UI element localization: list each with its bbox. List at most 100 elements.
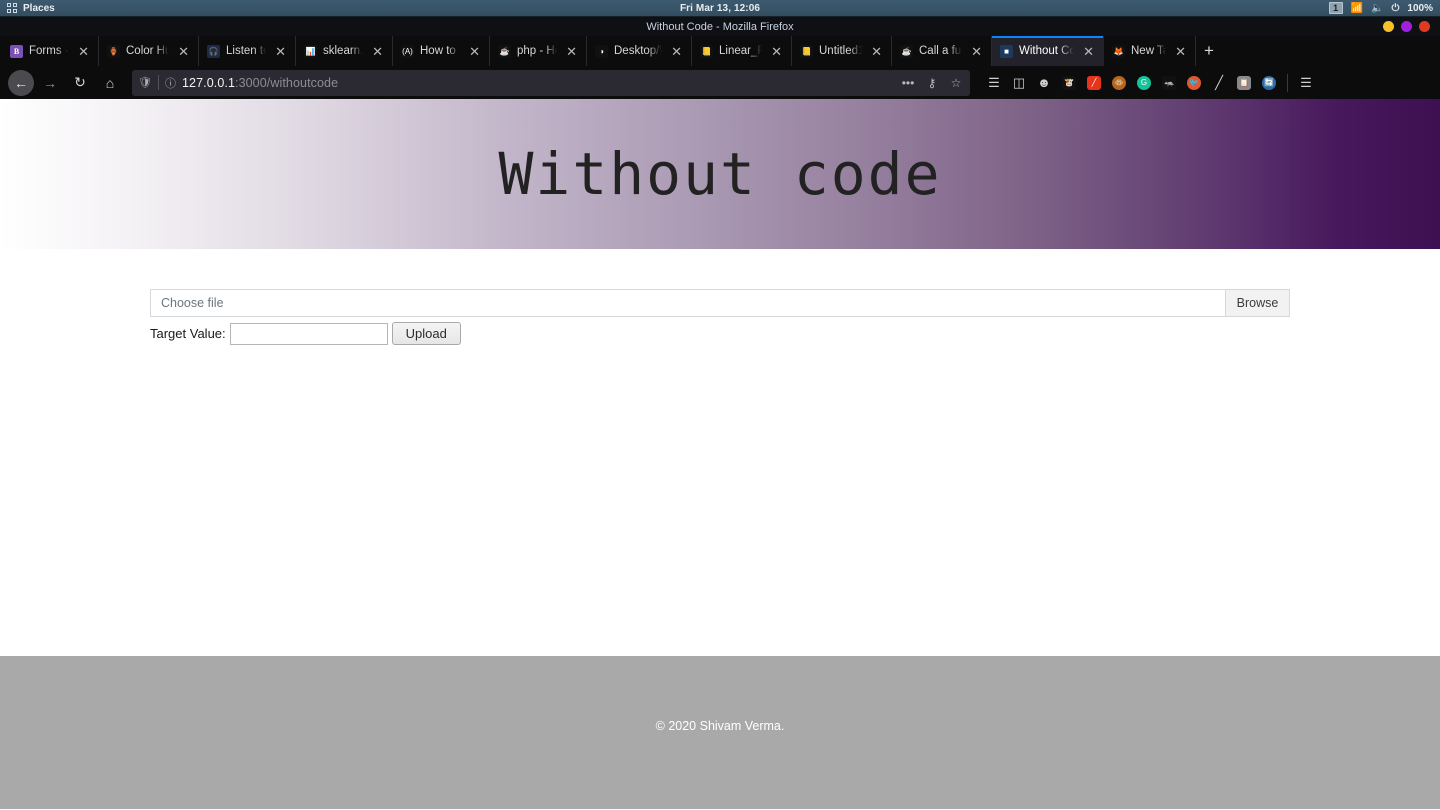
php-icon: ☕: [900, 44, 913, 58]
monkey-extension-icon[interactable]: 🐵: [1107, 71, 1131, 95]
tab-label: sklearn.metr: [323, 45, 364, 57]
volume-icon[interactable]: 🔈: [1371, 3, 1383, 14]
tab-label: Listen to De: [226, 45, 266, 57]
os-top-panel: Places Fri Mar 13, 12:06 1 📶 🔈 ⏻ 100%: [0, 0, 1440, 17]
evernote-extension-icon[interactable]: 🐮: [1057, 71, 1081, 95]
firefox-window: Without Code - Mozilla Firefox B Forms · …: [0, 17, 1440, 809]
listen-icon: 🎧: [207, 44, 220, 58]
tracking-shield-icon[interactable]: 🛡: [138, 76, 158, 89]
desktop-icon: ◑: [595, 44, 608, 58]
account-icon[interactable]: ☻: [1032, 71, 1056, 95]
new-tab-button[interactable]: +: [1196, 36, 1222, 66]
tab-close-icon[interactable]: ✕: [175, 45, 192, 58]
browser-tab[interactable]: 🎧 Listen to De ✕: [199, 36, 296, 66]
browser-tab[interactable]: 📒 Linear_Regr ✕: [692, 36, 792, 66]
upload-button[interactable]: Upload: [391, 322, 461, 345]
bootstrap-icon: B: [10, 44, 23, 58]
tab-close-icon[interactable]: ✕: [968, 45, 985, 58]
tab-label: New Tab: [1131, 45, 1167, 57]
duckduckgo-extension-icon[interactable]: 🐦: [1182, 71, 1206, 95]
os-panel-left: Places: [0, 3, 55, 14]
page-content: Choose file Browse Target Value: Upload: [0, 249, 1440, 649]
sklearn-icon: 📊: [304, 44, 317, 58]
browser-tab[interactable]: ◑ Desktop/Wo ✕: [587, 36, 692, 66]
url-path: :3000/withoutcode: [235, 75, 339, 90]
grammarly-extension-icon[interactable]: G: [1132, 71, 1156, 95]
tab-close-icon[interactable]: ✕: [75, 45, 92, 58]
url-host: 127.0.0.1: [181, 75, 235, 90]
target-value-input[interactable]: [229, 322, 388, 345]
tab-label: Linear_Regr: [719, 45, 763, 57]
window-title: Without Code - Mozilla Firefox: [646, 20, 794, 33]
library-icon[interactable]: ☰: [982, 71, 1006, 95]
tab-close-icon[interactable]: ✕: [668, 45, 685, 58]
toolbar-extensions: ☰ ◫ ☻ 🐮 ╱ 🐵 G 🦡 🐦 ╱ 📋 🔄 ☰: [982, 71, 1318, 95]
back-button[interactable]: ←: [8, 69, 34, 96]
tab-close-icon[interactable]: ✕: [768, 45, 785, 58]
maximize-button[interactable]: [1401, 21, 1412, 32]
pen-extension-icon[interactable]: ╱: [1207, 71, 1231, 95]
jupyter-icon: 📒: [800, 44, 813, 58]
tab-label: Forms · Bo: [29, 45, 69, 57]
site-info-icon[interactable]: ⓘ: [159, 75, 182, 91]
browser-tab[interactable]: B Forms · Bo ✕: [2, 36, 99, 66]
window-controls: [1383, 21, 1440, 32]
tab-close-icon[interactable]: ✕: [272, 45, 289, 58]
browser-tab[interactable]: 🦊 New Tab ✕: [1104, 36, 1196, 66]
os-panel-clock[interactable]: Fri Mar 13, 12:06: [0, 3, 1440, 14]
minimize-button[interactable]: [1383, 21, 1394, 32]
url-text: 127.0.0.1:3000/withoutcode: [182, 76, 338, 90]
page-footer: © 2020 Shivam Verma.: [0, 656, 1440, 809]
stackoverflow-icon: (A): [401, 44, 414, 58]
browser-tab[interactable]: (A) How to kee ✕: [393, 36, 490, 66]
target-value-label: Target Value:: [150, 326, 226, 341]
badger-extension-icon[interactable]: 🦡: [1157, 71, 1181, 95]
redpen-extension-icon[interactable]: ╱: [1082, 71, 1106, 95]
url-bar[interactable]: 🛡 ⓘ 127.0.0.1:3000/withoutcode ••• ⚷ ☆: [132, 69, 970, 96]
browser-tab[interactable]: 📒 Untitled1 - J ✕: [792, 36, 892, 66]
reload-button[interactable]: ↻: [66, 70, 94, 96]
tab-close-icon[interactable]: ✕: [466, 45, 483, 58]
browse-button[interactable]: Browse: [1225, 289, 1290, 317]
tab-label: Color Hunt: [126, 45, 170, 57]
forward-button[interactable]: →: [36, 70, 64, 96]
browser-tab[interactable]: ■ Without Cod ✕: [992, 36, 1104, 66]
clipboard-extension-icon[interactable]: 📋: [1232, 71, 1256, 95]
tab-close-icon[interactable]: ✕: [369, 45, 386, 58]
tab-label: Call a funct: [919, 45, 962, 57]
home-button[interactable]: ⌂: [96, 70, 124, 96]
tab-label: Without Cod: [1019, 45, 1075, 57]
apps-grid-icon[interactable]: [7, 3, 17, 13]
tab-close-icon[interactable]: ✕: [563, 45, 580, 58]
page-actions-icon[interactable]: •••: [897, 72, 919, 94]
tab-label: How to kee: [420, 45, 460, 57]
browser-tab[interactable]: ☕ php - How ✕: [490, 36, 587, 66]
upload-form: Choose file Browse Target Value: Upload: [150, 289, 1290, 345]
browser-tab[interactable]: ☕ Call a funct ✕: [892, 36, 992, 66]
workspace-indicator[interactable]: 1: [1328, 2, 1343, 14]
jupyter-icon: 📒: [700, 44, 713, 58]
page-title: Without code: [498, 140, 942, 208]
urlbar-actions: ••• ⚷ ☆: [897, 72, 967, 94]
pocket-icon[interactable]: ⚷: [921, 72, 943, 94]
navigation-toolbar: ← → ↻ ⌂ 🛡 ⓘ 127.0.0.1:3000/withoutcode •…: [0, 66, 1440, 99]
file-input-row: Choose file Browse: [150, 289, 1290, 317]
star-icon[interactable]: ☆: [945, 72, 967, 94]
firefox-icon: 🦊: [1112, 44, 1125, 58]
browser-tab[interactable]: 📊 sklearn.metr ✕: [296, 36, 393, 66]
footer-copyright: © 2020 Shivam Verma.: [655, 719, 785, 733]
sidebar-icon[interactable]: ◫: [1007, 71, 1031, 95]
tab-close-icon[interactable]: ✕: [1080, 45, 1097, 58]
tab-close-icon[interactable]: ✕: [868, 45, 885, 58]
places-menu[interactable]: Places: [23, 3, 55, 14]
close-button[interactable]: [1419, 21, 1430, 32]
browser-tab[interactable]: 🏺 Color Hunt ✕: [99, 36, 199, 66]
sync-extension-icon[interactable]: 🔄: [1257, 71, 1281, 95]
wifi-icon[interactable]: 📶: [1351, 3, 1363, 14]
hamburger-menu-icon[interactable]: ☰: [1294, 71, 1318, 95]
target-value-row: Target Value: Upload: [150, 322, 1290, 345]
file-input-placeholder: Choose file: [161, 296, 224, 310]
battery-icon[interactable]: ⏻: [1392, 3, 1400, 14]
file-input-display[interactable]: Choose file: [150, 289, 1225, 317]
tab-close-icon[interactable]: ✕: [1172, 45, 1189, 58]
